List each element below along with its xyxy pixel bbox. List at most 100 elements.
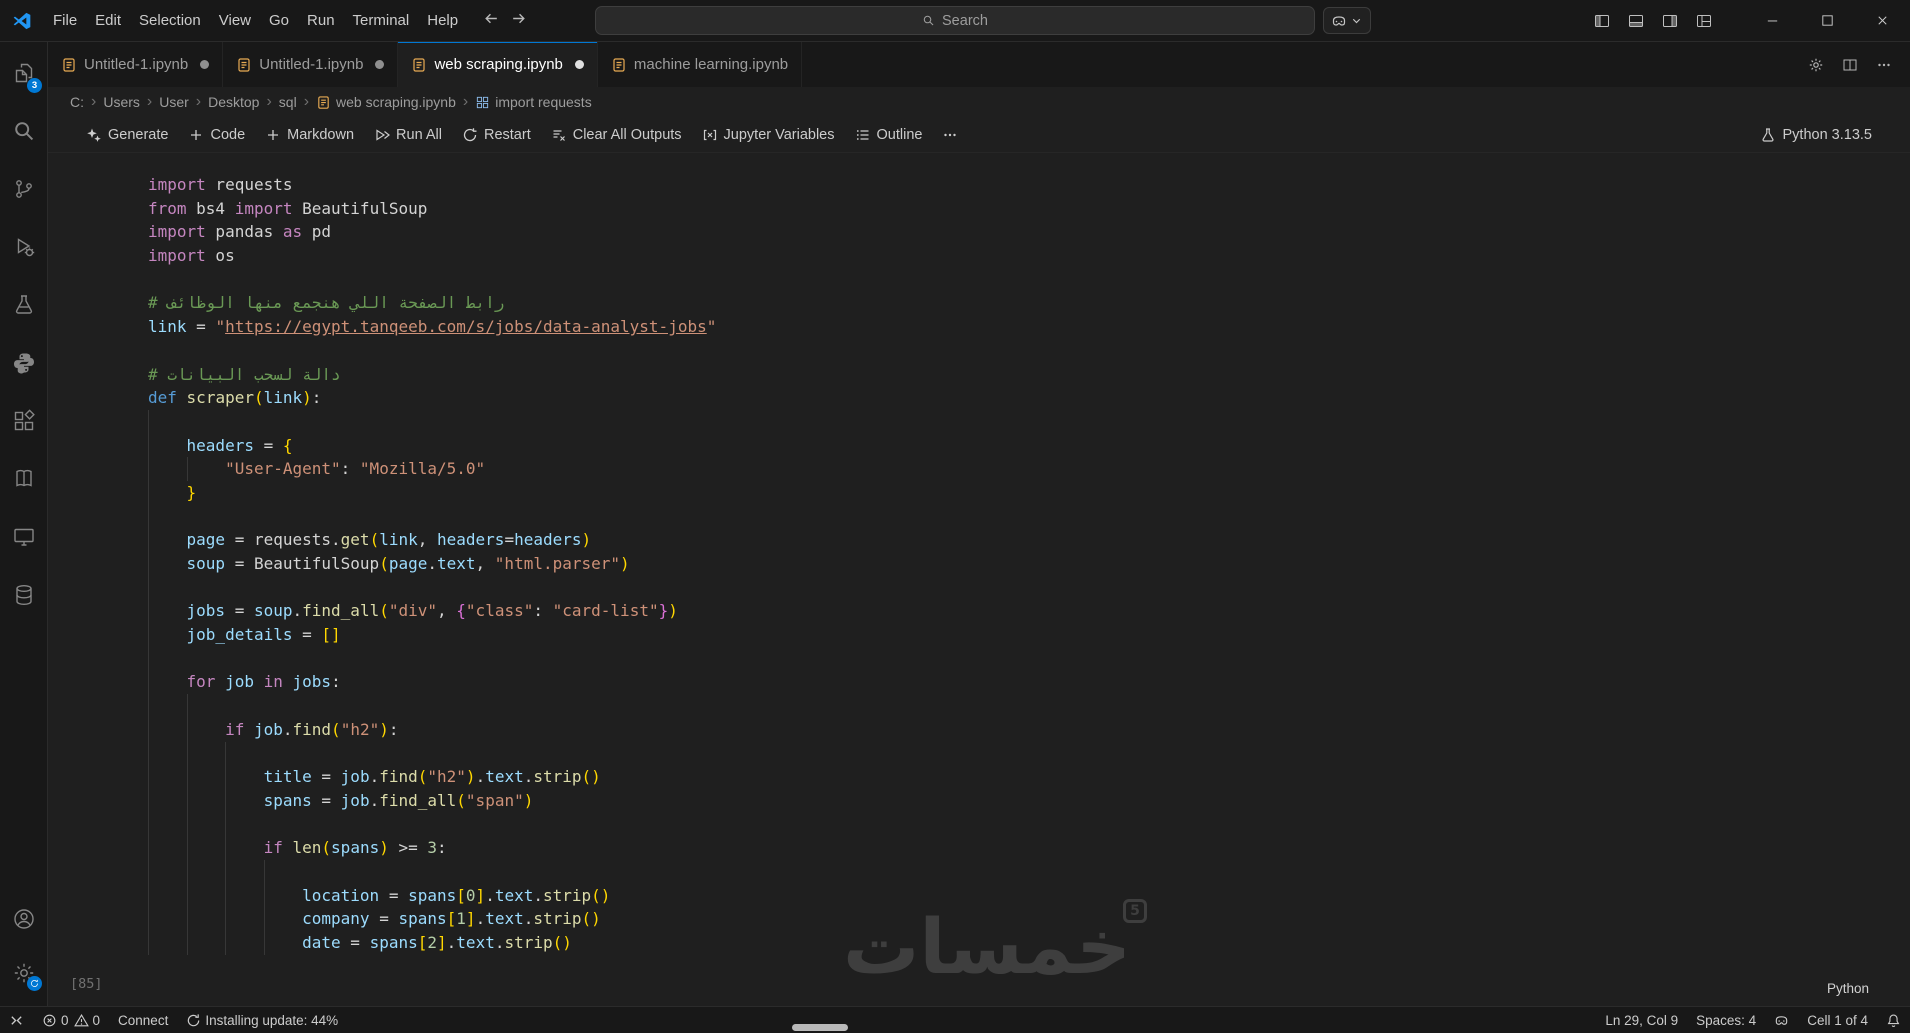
breadcrumb-users[interactable]: Users bbox=[103, 94, 140, 110]
code-line[interactable] bbox=[148, 504, 1910, 529]
code-line[interactable] bbox=[148, 741, 1910, 766]
toolbar-code-button[interactable]: Code bbox=[180, 121, 253, 149]
code-line[interactable]: job_details = [] bbox=[148, 623, 1910, 647]
activity-search[interactable] bbox=[0, 102, 47, 160]
status-label: 0 bbox=[61, 1012, 69, 1028]
modified-dot[interactable] bbox=[200, 60, 210, 69]
activity-database[interactable] bbox=[0, 566, 47, 624]
activity-extensions[interactable] bbox=[0, 392, 47, 450]
code-line[interactable]: if len(spans) >= 3: bbox=[148, 836, 1910, 860]
status-problems[interactable]: 00 bbox=[33, 1007, 109, 1033]
code-line[interactable] bbox=[148, 646, 1910, 671]
code-line[interactable]: # دالة لسحب البيانات bbox=[148, 363, 1910, 387]
code-line[interactable]: import os bbox=[148, 244, 1910, 268]
activity-run-debug[interactable] bbox=[0, 218, 47, 276]
code-line[interactable]: headers = { bbox=[148, 433, 1910, 458]
code-line[interactable] bbox=[148, 409, 1910, 434]
status-indentation[interactable]: Spaces: 4 bbox=[1687, 1007, 1765, 1033]
command-center-search[interactable]: Search bbox=[595, 6, 1315, 35]
activity-notebook-book[interactable] bbox=[0, 450, 47, 508]
status-remote[interactable] bbox=[0, 1007, 33, 1033]
breadcrumb-user[interactable]: User bbox=[159, 94, 189, 110]
code-line[interactable]: def scraper(link): bbox=[148, 386, 1910, 410]
code-line[interactable]: } bbox=[148, 480, 1910, 505]
split-editor-button[interactable] bbox=[1836, 51, 1864, 79]
breadcrumb-import-requests[interactable]: import requests bbox=[475, 94, 592, 110]
status-cell-indicator[interactable]: Cell 1 of 4 bbox=[1798, 1007, 1877, 1033]
code-line[interactable]: # رابط الصفحة اللي هنجمع منها الوظائف bbox=[148, 291, 1910, 315]
code-line[interactable]: import requests bbox=[148, 173, 1910, 197]
kernel-picker-button[interactable]: Python 3.13.5 bbox=[1760, 127, 1872, 143]
breadcrumb-c[interactable]: C: bbox=[70, 94, 84, 110]
menu-view[interactable]: View bbox=[210, 7, 260, 34]
minimize-button[interactable] bbox=[1745, 0, 1800, 42]
menu-selection[interactable]: Selection bbox=[130, 7, 210, 34]
toolbar-more-actions-button[interactable] bbox=[934, 121, 966, 149]
breadcrumb-sql[interactable]: sql bbox=[279, 94, 297, 110]
modified-dot[interactable] bbox=[375, 60, 385, 69]
code-line[interactable]: "User-Agent": "Mozilla/5.0" bbox=[148, 457, 1910, 481]
code-line[interactable]: import pandas as pd bbox=[148, 220, 1910, 244]
breadcrumb-desktop[interactable]: Desktop bbox=[208, 94, 259, 110]
copilot-button[interactable] bbox=[1323, 7, 1371, 34]
code-line[interactable]: from bs4 import BeautifulSoup bbox=[148, 197, 1910, 221]
activity-explorer[interactable]: 3 bbox=[0, 44, 47, 102]
code-line[interactable] bbox=[148, 694, 1910, 718]
close-button[interactable] bbox=[1855, 0, 1910, 42]
customize-layout-button[interactable] bbox=[1689, 6, 1719, 36]
forward-button[interactable] bbox=[510, 10, 527, 31]
status-connect[interactable]: Connect bbox=[109, 1007, 177, 1033]
code-line[interactable]: link = "https://egypt.tanqeeb.com/s/jobs… bbox=[148, 315, 1910, 339]
search-placeholder: Search bbox=[942, 12, 988, 29]
toolbar-restart-button[interactable]: Restart bbox=[454, 121, 539, 149]
code-line[interactable] bbox=[148, 859, 1910, 884]
code-line[interactable]: jobs = soup.find_all("div", {"class": "c… bbox=[148, 599, 1910, 624]
code-line[interactable]: for job in jobs: bbox=[148, 670, 1910, 695]
status-notifications[interactable] bbox=[1877, 1007, 1910, 1033]
code-line[interactable]: if job.find("h2"): bbox=[148, 717, 1910, 742]
code-line[interactable] bbox=[148, 268, 1910, 292]
toolbar-outline-button[interactable]: Outline bbox=[847, 121, 931, 149]
activity-source-control[interactable] bbox=[0, 160, 47, 218]
back-button[interactable] bbox=[483, 10, 500, 31]
tab-machine-learning-ipynb[interactable]: machine learning.ipynb bbox=[597, 42, 803, 87]
status-cursor-position[interactable]: Ln 29, Col 9 bbox=[1596, 1007, 1687, 1033]
tab-web-scraping-ipynb[interactable]: web scraping.ipynb bbox=[398, 42, 598, 87]
code-line[interactable]: title = job.find("h2").text.strip() bbox=[148, 765, 1910, 789]
menu-terminal[interactable]: Terminal bbox=[344, 7, 419, 34]
cell-language-picker[interactable]: Python bbox=[1827, 981, 1869, 996]
menu-run[interactable]: Run bbox=[298, 7, 344, 34]
activity-testing[interactable] bbox=[0, 276, 47, 334]
menu-go[interactable]: Go bbox=[260, 7, 298, 34]
toolbar-generate-button[interactable]: Generate bbox=[78, 121, 176, 149]
activity-account[interactable] bbox=[0, 892, 47, 946]
modified-dot[interactable] bbox=[574, 60, 584, 69]
code-line[interactable] bbox=[148, 812, 1910, 837]
maximize-button[interactable] bbox=[1800, 0, 1855, 42]
code-line[interactable]: page = requests.get(link, headers=header… bbox=[148, 528, 1910, 552]
toolbar-markdown-button[interactable]: Markdown bbox=[257, 121, 362, 149]
menu-help[interactable]: Help bbox=[418, 7, 467, 34]
code-line[interactable]: spans = job.find_all("span") bbox=[148, 788, 1910, 813]
toolbar-run-all-button[interactable]: Run All bbox=[366, 121, 450, 149]
activity-settings-gear[interactable] bbox=[0, 946, 47, 1000]
tab-untitled-1-ipynb[interactable]: Untitled-1.ipynb bbox=[48, 42, 224, 87]
code-line[interactable] bbox=[148, 575, 1910, 600]
more-actions-button[interactable] bbox=[1870, 51, 1898, 79]
activity-python[interactable] bbox=[0, 334, 47, 392]
toolbar-jupyter-variables-button[interactable]: Jupyter Variables bbox=[694, 121, 843, 149]
status-copilot[interactable] bbox=[1765, 1007, 1798, 1033]
status-update-progress[interactable]: Installing update: 44% bbox=[177, 1007, 347, 1033]
activity-remote-explorer[interactable] bbox=[0, 508, 47, 566]
menu-file[interactable]: File bbox=[44, 7, 86, 34]
toggle-primary-sidebar-button[interactable] bbox=[1587, 6, 1617, 36]
breadcrumb-web-scraping-ipynb[interactable]: web scraping.ipynb bbox=[316, 94, 456, 110]
toolbar-clear-all-outputs-button[interactable]: Clear All Outputs bbox=[543, 121, 690, 149]
code-line[interactable] bbox=[148, 339, 1910, 363]
toggle-panel-button[interactable] bbox=[1621, 6, 1651, 36]
code-line[interactable]: soup = BeautifulSoup(page.text, "html.pa… bbox=[148, 552, 1910, 576]
notebook-settings-button[interactable] bbox=[1802, 51, 1830, 79]
toggle-secondary-sidebar-button[interactable] bbox=[1655, 6, 1685, 36]
tab-untitled-1-ipynb[interactable]: Untitled-1.ipynb bbox=[223, 42, 399, 87]
menu-edit[interactable]: Edit bbox=[86, 7, 130, 34]
